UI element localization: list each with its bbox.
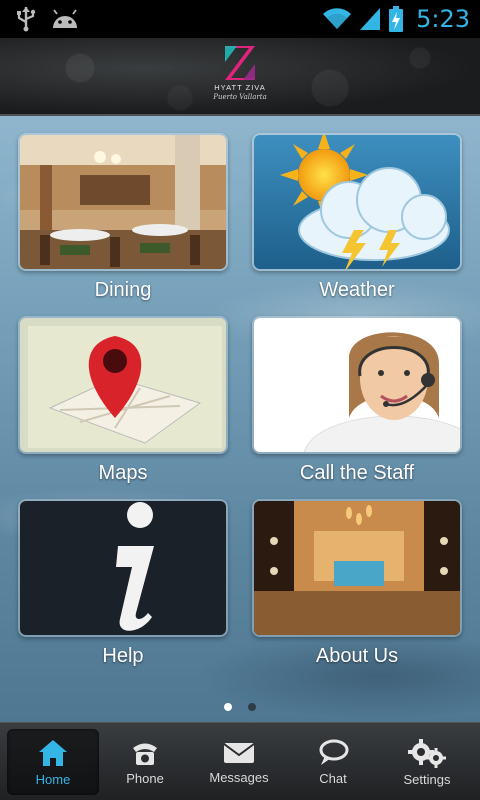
tile-dining[interactable]: Dining: [18, 133, 228, 302]
phone-icon: [133, 743, 157, 765]
tile-weather-label: Weather: [319, 279, 395, 301]
help-image: [18, 499, 228, 637]
tile-about-us[interactable]: About Us: [252, 499, 462, 668]
page-indicator: [0, 698, 480, 716]
tile-call-staff[interactable]: Call the Staff: [252, 316, 462, 485]
tile-maps[interactable]: Maps: [18, 316, 228, 485]
tile-about-us-label: About Us: [315, 645, 399, 667]
tab-home-label: Home: [35, 771, 71, 787]
hyatt-ziva-logo: HYATT ZIVA Puerto Vallarta: [205, 44, 275, 112]
tile-weather[interactable]: Weather: [252, 133, 462, 302]
page-dot-2[interactable]: [248, 703, 257, 711]
tile-call-staff-label: Call the Staff: [299, 462, 415, 484]
wifi-icon: [323, 8, 352, 30]
tab-phone-label: Phone: [126, 770, 164, 786]
home-icon: [39, 739, 67, 766]
usb-icon: [17, 7, 36, 32]
logo-subtitle: Puerto Vallarta: [213, 93, 267, 101]
app-header: HYATT ZIVA Puerto Vallarta: [0, 38, 480, 116]
dining-image: [18, 133, 228, 271]
call-staff-image: [252, 316, 462, 454]
envelope-icon: [223, 742, 255, 763]
gears-icon: [408, 738, 446, 768]
status-bar: 5:23: [0, 0, 480, 38]
ziva-z-logo-icon: [225, 46, 255, 80]
maps-image: [18, 316, 228, 454]
tile-maps-label: Maps: [98, 462, 148, 484]
tab-phone[interactable]: Phone: [99, 729, 191, 795]
tab-chat-label: Chat: [319, 770, 347, 786]
battery-charging-icon: [389, 6, 404, 32]
tile-help[interactable]: Help: [18, 499, 228, 668]
main-content: Dining Weather Maps Call the Staff Help …: [0, 116, 480, 722]
weather-image: [252, 133, 462, 271]
logo-name: HYATT ZIVA: [214, 83, 266, 92]
android-debug-icon: [53, 9, 77, 28]
tab-home[interactable]: Home: [7, 729, 99, 795]
tile-help-label: Help: [102, 645, 144, 667]
about-us-image: [252, 499, 462, 637]
tab-messages-label: Messages: [209, 769, 269, 785]
chat-bubble-icon: [319, 739, 349, 765]
tab-chat[interactable]: Chat: [287, 729, 379, 795]
tab-settings[interactable]: Settings: [381, 729, 473, 795]
tab-settings-label: Settings: [403, 771, 451, 787]
signal-icon: [360, 8, 381, 30]
page-dot-1[interactable]: [223, 703, 232, 711]
tile-dining-label: Dining: [94, 279, 152, 301]
bottom-tab-bar: Home Phone Messages Chat Settings: [0, 722, 480, 800]
tab-messages[interactable]: Messages: [193, 729, 285, 795]
status-time: 5:23: [416, 5, 470, 33]
